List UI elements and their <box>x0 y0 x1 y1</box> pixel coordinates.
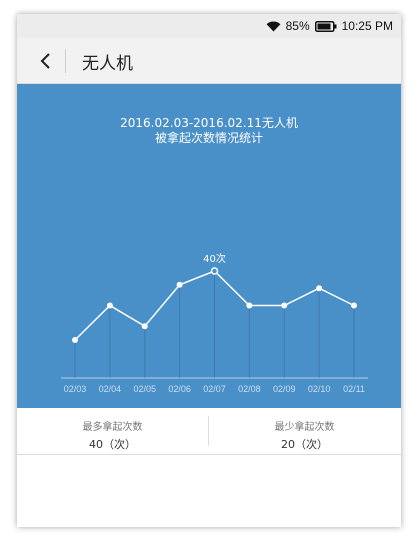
max-label: 最多拿起次数 <box>82 422 143 433</box>
data-point-peak <box>210 267 219 275</box>
chart-title-line-2: 被拿起次数情况统计 <box>154 131 263 145</box>
chart-title-line-1: 2016.02.03-2016.02.11无人机 <box>120 116 298 130</box>
header-divider <box>65 49 66 73</box>
x-tick-label: 02/05 <box>133 384 156 394</box>
x-tick-label: 02/11 <box>343 384 365 394</box>
x-tick-label: 02/07 <box>203 384 226 394</box>
data-point <box>316 285 323 292</box>
data-point <box>281 302 288 309</box>
stats-summary: 最多拿起次数 40（次） 最少拿起次数 20（次） <box>17 408 401 455</box>
peak-label: 40次 <box>203 252 226 265</box>
status-bar: 85% 10:25 PM <box>17 14 401 38</box>
max-value: 40（次） <box>89 438 136 451</box>
min-value: 20（次） <box>281 438 328 451</box>
page-title: 无人机 <box>82 54 133 74</box>
data-point <box>176 281 183 288</box>
chevron-left-icon <box>40 53 50 69</box>
min-stat: 最少拿起次数 20（次） <box>209 408 400 454</box>
data-point <box>141 323 148 330</box>
x-tick-label: 02/08 <box>238 384 261 394</box>
data-point <box>106 302 113 309</box>
back-button[interactable] <box>35 50 57 72</box>
x-tick-label: 02/09 <box>273 384 296 394</box>
min-label: 最少拿起次数 <box>274 422 335 433</box>
chart-title: 2016.02.03-2016.02.11无人机 被拿起次数情况统计 <box>17 116 401 146</box>
x-tick-label: 02/06 <box>168 384 191 394</box>
data-point <box>72 337 78 343</box>
app-header: 无人机 <box>17 38 401 84</box>
data-point <box>246 302 253 309</box>
max-stat: 最多拿起次数 40（次） <box>17 408 208 454</box>
x-tick-label: 02/10 <box>308 384 331 394</box>
clock: 10:25 PM <box>341 19 393 33</box>
data-point <box>351 302 357 309</box>
phone-screen: 85% 10:25 PM 无人机 40次 02/03 02/04 02/05 02/06… <box>17 14 401 527</box>
battery-percent: 85% <box>285 19 310 33</box>
x-tick-label: 02/03 <box>64 384 87 394</box>
chart-panel: 40次 02/03 02/04 02/05 02/06 02/07 02/08 02/09 02… <box>17 84 401 408</box>
battery-icon <box>314 20 337 32</box>
x-tick-label: 02/04 <box>99 384 122 394</box>
wifi-icon <box>266 20 281 32</box>
